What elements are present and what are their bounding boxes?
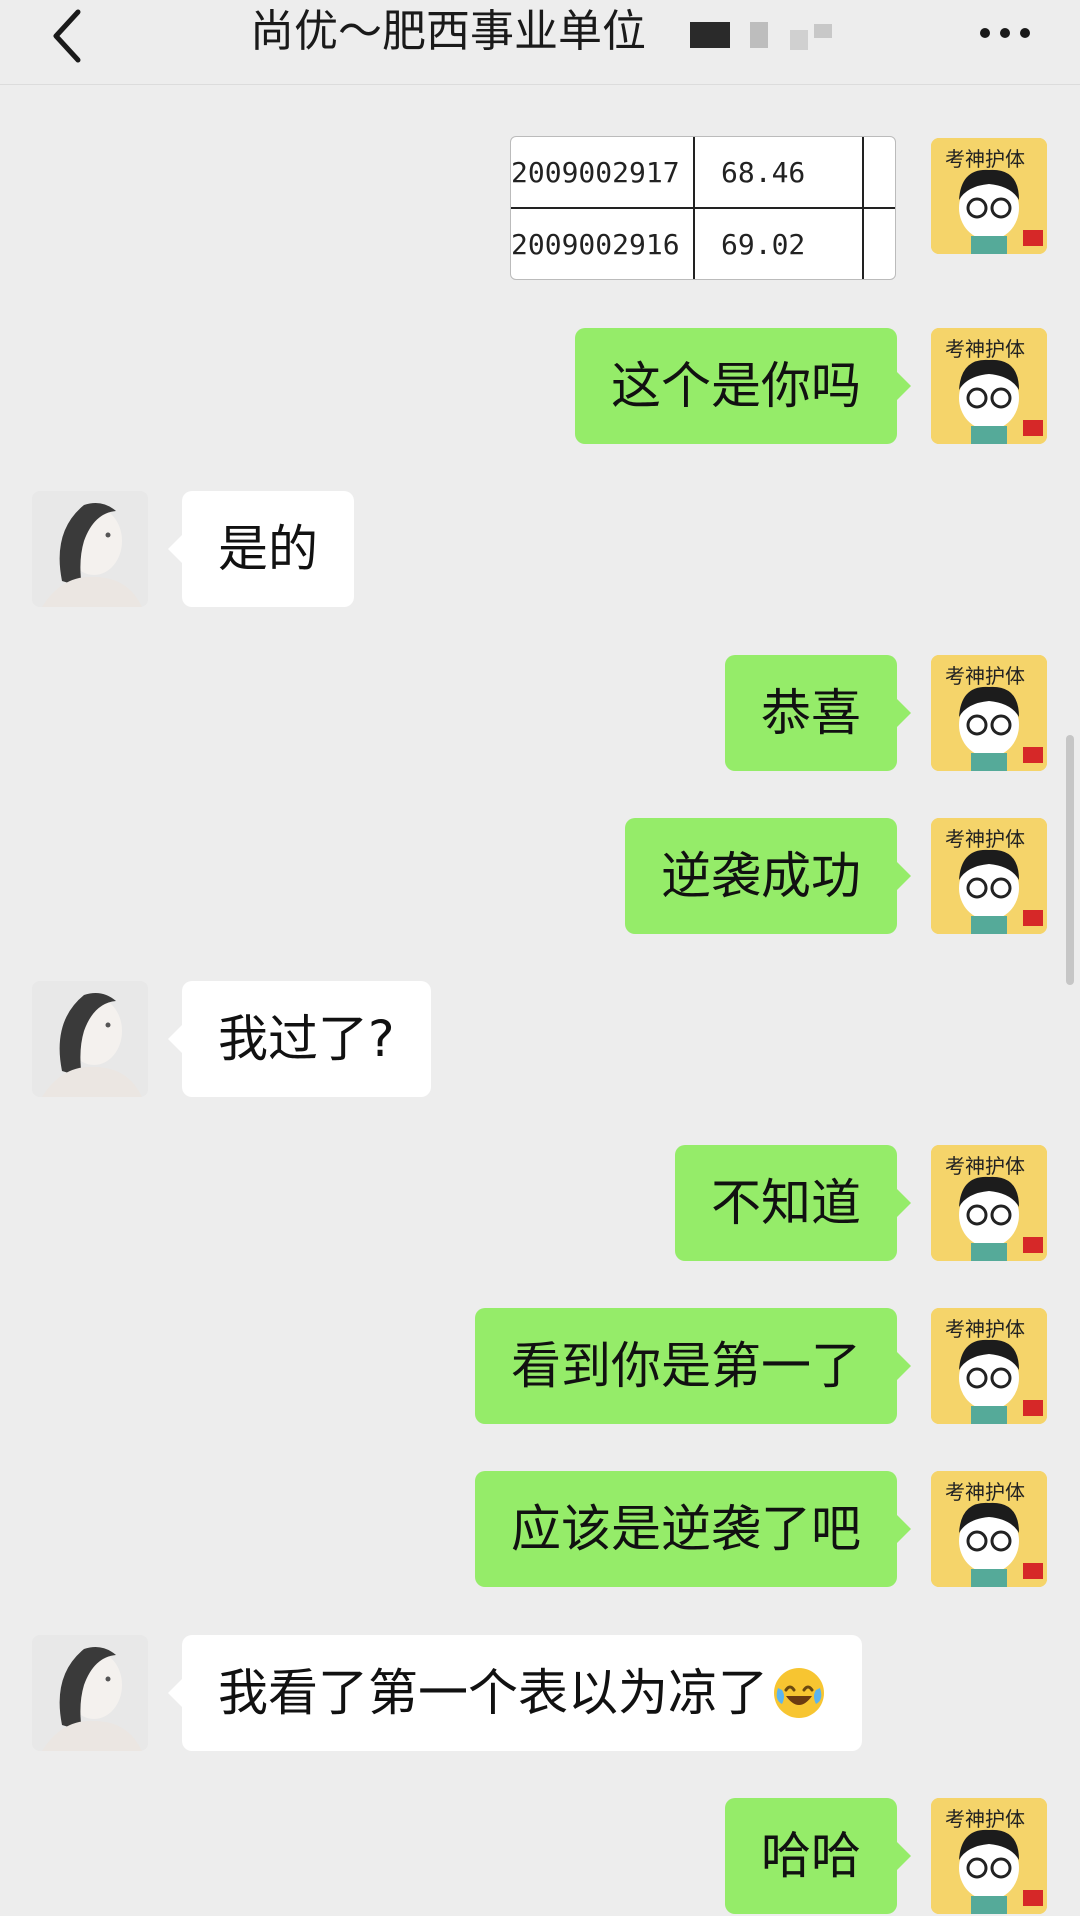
my-avatar[interactable]: 考神护体 bbox=[931, 818, 1047, 934]
message-bubble-mine[interactable]: 这个是你吗 bbox=[575, 328, 911, 444]
table-cell-extra bbox=[863, 208, 895, 279]
redaction-mask bbox=[690, 22, 832, 50]
peer-avatar[interactable] bbox=[32, 981, 148, 1097]
my-avatar[interactable]: 考神护体 bbox=[931, 1798, 1047, 1914]
more-icon[interactable] bbox=[975, 8, 1035, 58]
table-row: 2009002917 68.46 bbox=[511, 137, 895, 209]
message-text: 我看了第一个表以为凉了 bbox=[218, 1664, 768, 1722]
svg-text:考神护体: 考神护体 bbox=[945, 147, 1025, 171]
message-bubble-mine[interactable]: 哈哈 bbox=[725, 1798, 911, 1914]
chat-header: 尚优～肥西事业单位 bbox=[0, 0, 1080, 85]
message-bubble-mine[interactable]: 逆袭成功 bbox=[625, 818, 911, 934]
message-bubble-mine[interactable]: 看到你是第一了 bbox=[475, 1308, 911, 1424]
svg-text:考神护体: 考神护体 bbox=[945, 337, 1025, 361]
peer-avatar[interactable] bbox=[32, 491, 148, 607]
my-avatar[interactable]: 考神护体 bbox=[931, 1145, 1047, 1261]
table-cell-extra bbox=[863, 137, 895, 209]
my-avatar[interactable]: 考神护体 bbox=[931, 1471, 1047, 1587]
score-table: 2009002917 68.46 2009002916 69.02 bbox=[511, 137, 895, 279]
svg-text:考神护体: 考神护体 bbox=[945, 1317, 1025, 1341]
laughing-crying-emoji-icon bbox=[774, 1667, 824, 1718]
message-bubble-peer[interactable]: 我过了? bbox=[168, 981, 431, 1097]
table-cell-id: 2009002916 bbox=[511, 208, 695, 279]
svg-text:考神护体: 考神护体 bbox=[945, 1807, 1025, 1831]
chat-title: 尚优～肥西事业单位 bbox=[250, 6, 646, 57]
message-bubble-peer[interactable]: 是的 bbox=[168, 491, 354, 607]
svg-text:考神护体: 考神护体 bbox=[945, 827, 1025, 851]
table-row: 2009002916 69.02 bbox=[511, 208, 895, 279]
my-avatar[interactable]: 考神护体 bbox=[931, 655, 1047, 771]
image-message[interactable]: 2009002917 68.46 2009002916 69.02 bbox=[510, 136, 896, 280]
table-cell-score: 69.02 bbox=[694, 208, 865, 279]
my-avatar[interactable]: 考神护体 bbox=[931, 138, 1047, 254]
svg-text:考神护体: 考神护体 bbox=[945, 664, 1025, 688]
svg-text:考神护体: 考神护体 bbox=[945, 1480, 1025, 1504]
message-bubble-peer[interactable]: 我看了第一个表以为凉了 bbox=[168, 1635, 862, 1751]
my-avatar[interactable]: 考神护体 bbox=[931, 1308, 1047, 1424]
svg-text:考神护体: 考神护体 bbox=[945, 1154, 1025, 1178]
table-cell-score: 68.46 bbox=[694, 137, 865, 209]
my-avatar[interactable]: 考神护体 bbox=[931, 328, 1047, 444]
table-cell-id: 2009002917 bbox=[511, 137, 695, 209]
back-icon[interactable] bbox=[40, 6, 100, 66]
peer-avatar[interactable] bbox=[32, 1635, 148, 1751]
message-bubble-mine[interactable]: 不知道 bbox=[675, 1145, 911, 1261]
scrollbar[interactable] bbox=[1066, 735, 1074, 985]
message-bubble-mine[interactable]: 恭喜 bbox=[725, 655, 911, 771]
message-bubble-mine[interactable]: 应该是逆袭了吧 bbox=[475, 1471, 911, 1587]
